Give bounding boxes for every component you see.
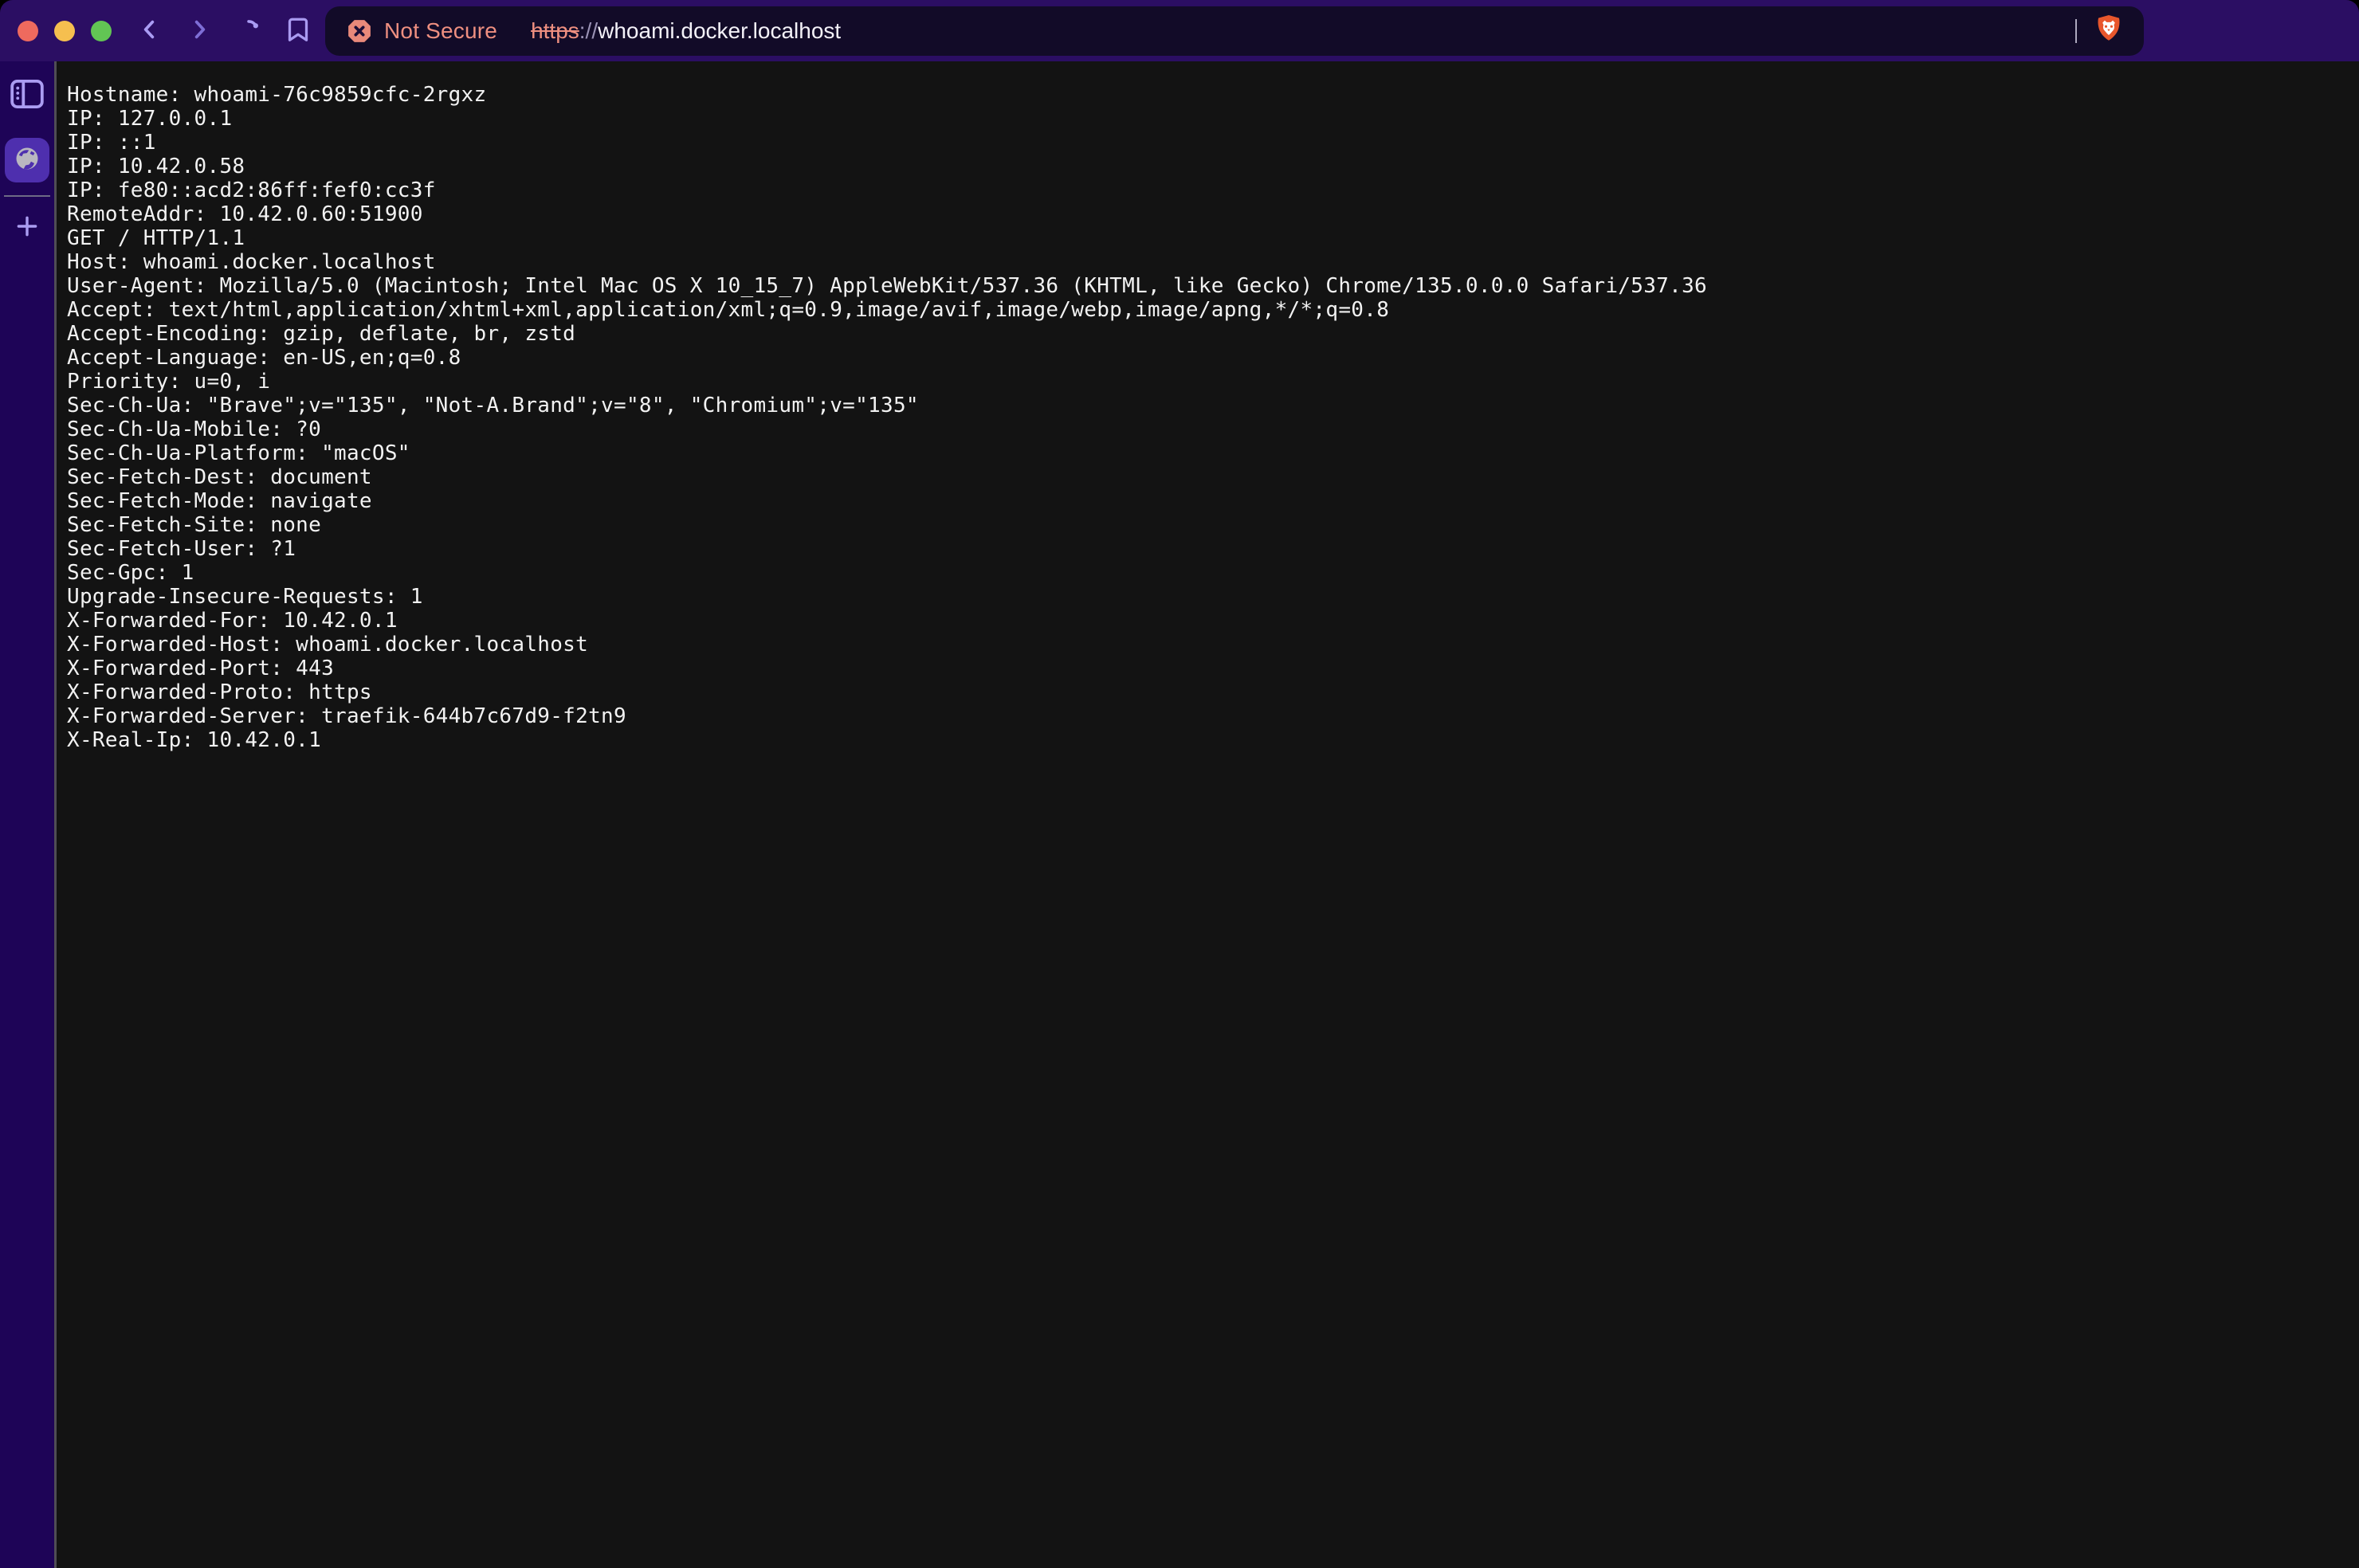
traffic-lights: [18, 21, 112, 41]
forward-icon: [186, 17, 212, 45]
vertical-tab-sidebar: [0, 61, 57, 1568]
url-text: https://whoami.docker.localhost: [531, 18, 841, 44]
active-tab-whoami[interactable]: [5, 138, 49, 182]
page-content: Hostname: whoami-76c9859cfc-2rgxz IP: 12…: [57, 61, 2359, 1568]
url-host: whoami.docker.localhost: [598, 18, 841, 43]
bookmark-button[interactable]: [282, 15, 314, 47]
window-body: Hostname: whoami-76c9859cfc-2rgxz IP: 12…: [0, 61, 2359, 1568]
not-secure-icon: [346, 18, 373, 45]
globe-icon: [13, 144, 41, 177]
whoami-response-text: Hostname: whoami-76c9859cfc-2rgxz IP: 12…: [67, 83, 2359, 752]
brave-shield-lion-icon: [2094, 13, 2124, 49]
urlbar-divider: [2075, 19, 2077, 43]
forward-button[interactable]: [183, 15, 215, 47]
plus-icon: [14, 213, 41, 242]
new-tab-button[interactable]: [10, 210, 45, 245]
not-secure-label: Not Secure: [384, 18, 497, 44]
fullscreen-window-button[interactable]: [91, 21, 112, 41]
sidebar-toggle-button[interactable]: [8, 79, 46, 111]
minimize-window-button[interactable]: [54, 21, 75, 41]
browser-window: Not Secure https://whoami.docker.localho…: [0, 0, 2359, 1568]
browser-toolbar: Not Secure https://whoami.docker.localho…: [0, 0, 2359, 61]
url-scheme: https: [531, 18, 579, 43]
bookmark-icon: [284, 14, 312, 47]
reload-icon: [235, 16, 262, 45]
reload-button[interactable]: [233, 15, 265, 47]
url-separator: ://: [579, 18, 598, 43]
sidebar-panel-icon: [10, 79, 45, 112]
back-button[interactable]: [134, 15, 166, 47]
sidebar-divider: [4, 195, 50, 197]
brave-shields-button[interactable]: [2093, 14, 2125, 49]
close-window-button[interactable]: [18, 21, 38, 41]
address-bar[interactable]: Not Secure https://whoami.docker.localho…: [325, 6, 2144, 56]
back-icon: [137, 17, 163, 45]
